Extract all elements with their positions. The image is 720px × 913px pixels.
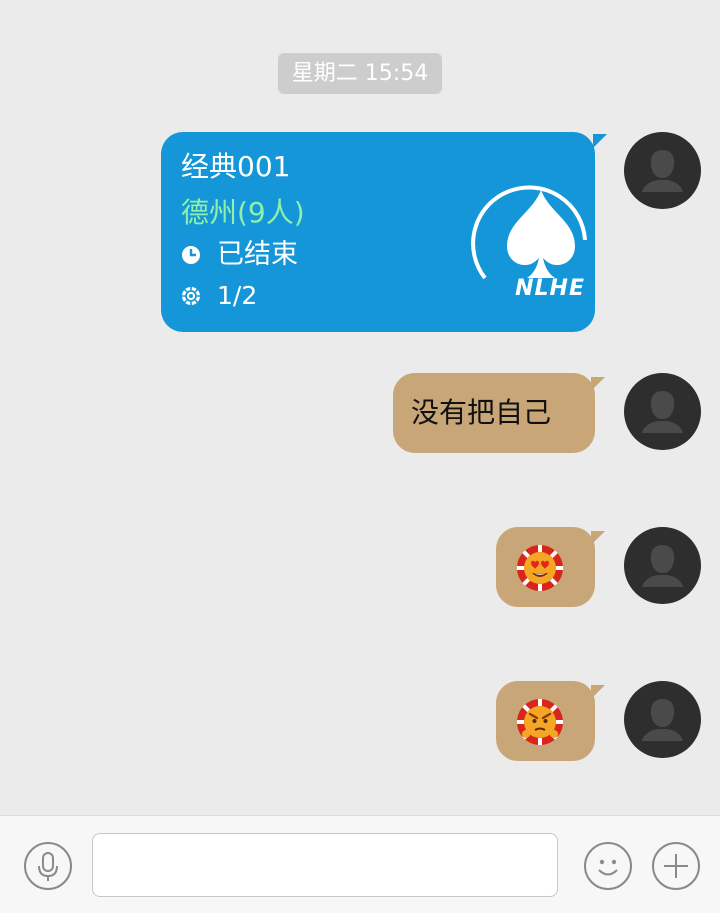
card-progress-text: 1/2 [217,281,258,310]
input-bar [0,815,720,913]
card-title: 经典001 [181,150,291,183]
poker-chip-icon [182,287,200,305]
avatar[interactable] [624,132,701,209]
more-button[interactable] [652,842,700,890]
avatar[interactable] [624,527,701,604]
plus-icon [664,854,688,878]
microphone-icon [38,852,58,881]
sticker-message[interactable] [496,681,605,761]
card-status-row: 已结束 [181,236,298,274]
user-silhouette-icon [642,150,683,192]
card-status-text: 已结束 [217,239,298,270]
message-input[interactable] [92,833,558,897]
bubble-tail [591,531,605,545]
card-progress-row: 1/2 [181,277,257,315]
message-timestamp: 星期二 15:54 [278,53,442,94]
avatar[interactable] [624,681,701,758]
avatar[interactable] [624,373,701,450]
voice-button[interactable] [24,842,72,890]
game-card-message[interactable]: 经典001 德州(9人) 已结束 1/2 NLHE [161,132,607,332]
bubble-tail [591,685,605,699]
smiley-icon [598,859,618,876]
bubble-tail [593,134,607,148]
text-message[interactable]: 没有把自己 [393,373,605,453]
chat-area: 星期二 15:54 经典001 德州(9人) 已结束 1/2 NLHE 没有把自… [0,0,720,815]
bubble-tail [591,377,605,391]
angry-chip-emoji-icon [517,699,563,745]
emoji-button[interactable] [584,842,632,890]
user-silhouette-icon [642,545,683,587]
nlhe-logo-text: NLHE [515,276,585,301]
card-game-type: 德州(9人) [181,196,305,229]
heart-eyes-chip-emoji-icon [517,545,563,591]
user-silhouette-icon [642,699,683,741]
sticker-message[interactable] [496,527,605,607]
message-text: 没有把自己 [411,396,552,429]
user-silhouette-icon [642,391,683,433]
clock-icon [182,246,200,264]
